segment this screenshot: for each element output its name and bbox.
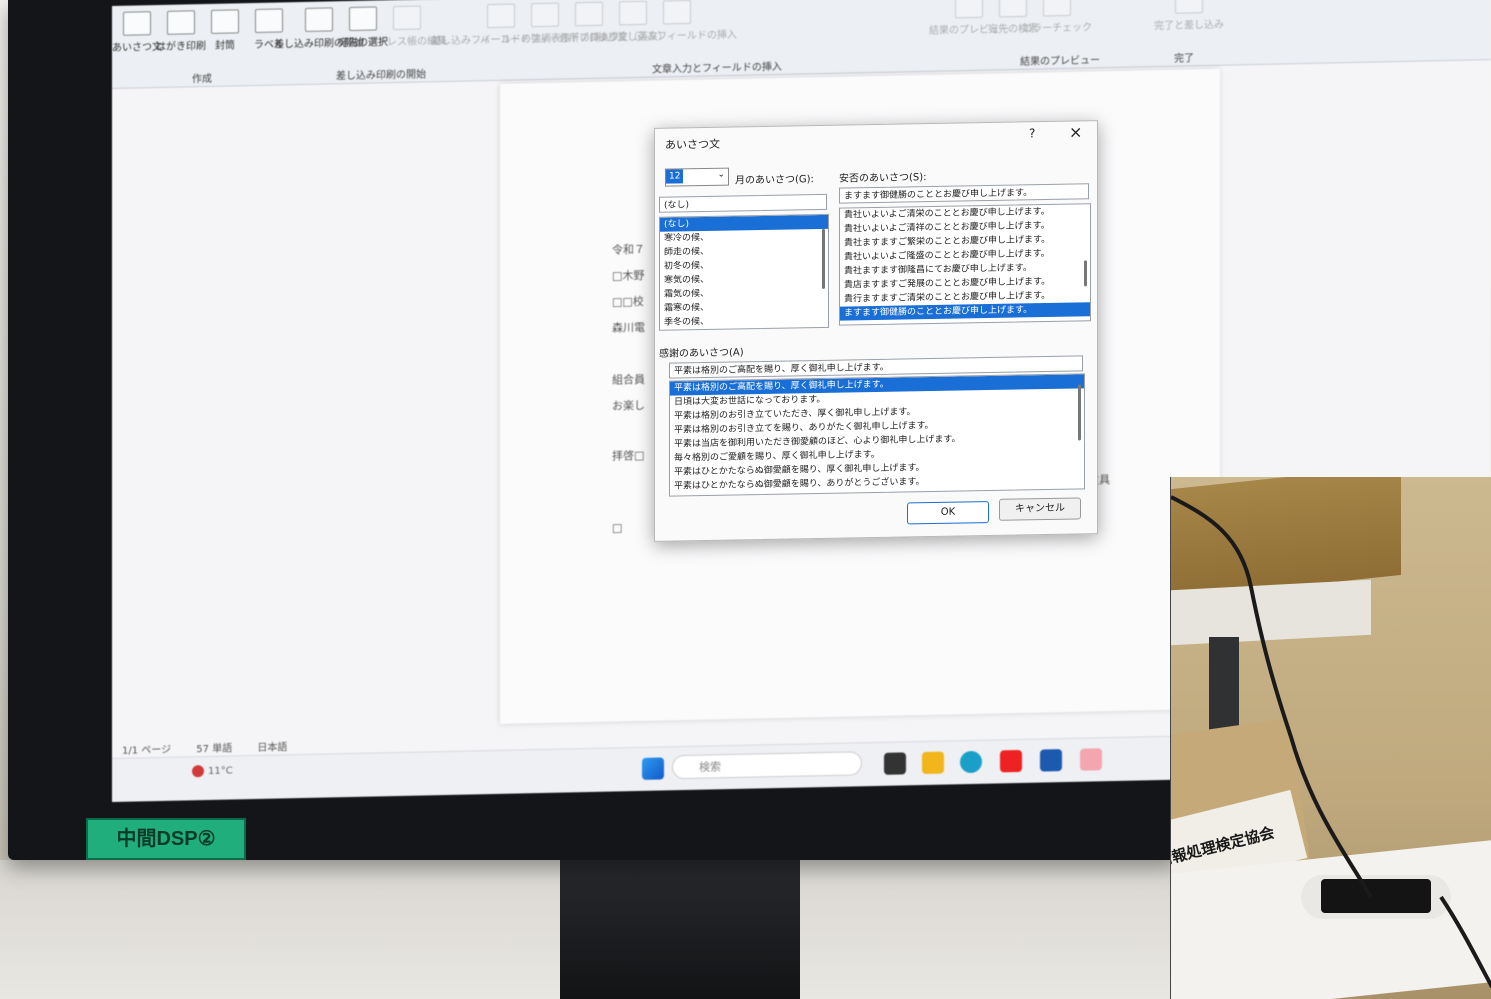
postcard-button[interactable]: はがき印刷	[156, 10, 206, 53]
list-item[interactable]: ますます御健勝のこととお慶び申し上げます。	[840, 302, 1090, 321]
preview-results-button[interactable]: 結果のプレビュー	[929, 0, 1009, 37]
month-select[interactable]: 12 ⌄	[665, 167, 729, 187]
postcard-icon	[167, 10, 195, 35]
help-button[interactable]: ?	[1029, 126, 1035, 140]
address-block-icon	[575, 1, 603, 27]
doc-line: 令和７	[612, 242, 645, 257]
edit-address-book-button[interactable]: アドレス帳の編集	[367, 5, 447, 49]
language-status: 日本語	[257, 742, 288, 754]
ribbon-group-start-merge: 差し込み印刷の開始 宛先の選択 アドレス帳の編集	[274, 5, 447, 51]
greeting-line-icon	[619, 0, 647, 26]
start-merge-icon	[305, 7, 333, 32]
inset-photo: 情報処理検定協会	[1170, 477, 1491, 999]
finish-merge-button[interactable]: 完了と差し込み	[1154, 0, 1224, 32]
thanks-greeting-list[interactable]: 平素は格別のご高配を賜り、厚く御礼申し上げます。 日頃は大変お世話になっておりま…	[669, 373, 1085, 497]
word-count: 57 単語	[196, 743, 233, 756]
app-icon[interactable]	[1080, 748, 1102, 771]
monitor-stand	[560, 846, 800, 999]
safety-greeting-label: 安否のあいさつ(S):	[839, 172, 927, 185]
photo-scene: あいさつ文 はがき印刷 封筒 ラベル 作成 差し込み印刷の開始 宛先の選択 アド…	[0, 0, 1491, 999]
doc-line: □木野	[612, 268, 645, 283]
mailings-ribbon: あいさつ文 はがき印刷 封筒 ラベル 作成 差し込み印刷の開始 宛先の選択 アド…	[112, 0, 1491, 89]
preview-icon	[955, 0, 983, 19]
edge-icon[interactable]	[960, 750, 982, 774]
month-greeting-field[interactable]: (なし)	[659, 193, 827, 213]
barcode-icon	[531, 2, 559, 28]
monitor-label-sticker: 中間DSP②	[86, 818, 246, 860]
scrollbar-thumb[interactable]	[1078, 384, 1081, 441]
doc-line: 森川電	[612, 320, 645, 335]
chevron-down-icon: ⌄	[717, 169, 725, 180]
envelope-button[interactable]: 封筒	[208, 9, 242, 52]
envelope-icon	[211, 9, 239, 34]
doc-line: 拝啓□	[612, 448, 645, 463]
scrollbar-thumb[interactable]	[822, 228, 825, 289]
ribbon-group-finish: 完了と差し込み	[1154, 0, 1224, 32]
doc-line: □□校	[612, 294, 644, 309]
weather-alert-icon	[192, 765, 204, 778]
ribbon-group-create: あいさつ文 はがき印刷 封筒 ラベル	[112, 8, 286, 54]
label-icon	[255, 8, 283, 34]
find-icon	[999, 0, 1027, 18]
start-icon[interactable]	[642, 757, 664, 780]
month-greeting-list[interactable]: (なし) 寒冷の候、 師走の候、 初冬の候、 寒気の候、 霜気の候、 霜寒の候、…	[659, 213, 829, 331]
task-view-icon[interactable]	[884, 752, 906, 775]
finish-icon	[1175, 0, 1203, 14]
ribbon-group-title: 作成	[192, 73, 212, 86]
doc-line: お楽し	[612, 398, 645, 413]
merge-field-icon	[663, 0, 691, 25]
greeting-button[interactable]: あいさつ文	[112, 11, 162, 54]
list-item[interactable]: 季冬の候、	[660, 313, 828, 330]
thanks-greeting-label: 感謝のあいさつ(A)	[659, 347, 744, 360]
ribbon-group-preview: 結果のプレビュー 宛先の検索 エラーチェック	[929, 0, 1092, 37]
ribbon-group-title: 文章入力とフィールドの挿入	[652, 61, 782, 76]
cancel-button[interactable]: キャンセル	[999, 497, 1081, 521]
recipients-icon	[349, 6, 377, 32]
check-errors-button[interactable]: エラーチェック	[1022, 0, 1092, 35]
greeting-icon	[123, 11, 151, 36]
safety-greeting-field[interactable]: ますます御健勝のこととお慶び申し上げます。	[839, 183, 1089, 204]
barcode-field-button[interactable]: バーコードフィールドの挿入	[480, 2, 610, 46]
dialog-title: あいさつ文	[665, 137, 720, 152]
month-value: 12	[666, 169, 684, 184]
ok-button[interactable]: OK	[907, 501, 989, 525]
ribbon-group-title: 完了	[1174, 53, 1194, 65]
month-greeting-label: 月のあいさつ(G):	[735, 174, 814, 187]
taskbar-search[interactable]: 検索	[672, 751, 862, 780]
address-book-icon	[393, 5, 421, 31]
weather-widget[interactable]: 11°C	[192, 764, 233, 778]
scrollbar-thumb[interactable]	[1084, 260, 1087, 287]
inset-cable	[1171, 495, 1491, 988]
insert-merge-field-button[interactable]: 差し込みフィールドの挿入	[617, 0, 737, 43]
ribbon-group-title: 差し込み印刷の開始	[336, 69, 426, 83]
file-explorer-icon[interactable]	[922, 751, 944, 775]
ribbon-group-title: 結果のプレビュー	[1020, 55, 1100, 68]
doc-line: □	[612, 521, 623, 535]
page-count: 1/1 ページ	[122, 744, 172, 757]
doc-line: 組合員	[612, 372, 645, 387]
youtube-icon[interactable]	[1000, 749, 1022, 773]
greeting-dialog: あいさつ文 ? × 12 ⌄ 月のあいさつ(G): (なし) (なし) 寒冷の候…	[654, 120, 1098, 542]
word-icon[interactable]	[1040, 749, 1062, 772]
safety-greeting-list[interactable]: 貴社いよいよご清栄のこととお慶び申し上げます。 貴社いよいよご清祥のこととお慶び…	[839, 203, 1091, 326]
close-button[interactable]: ×	[1069, 122, 1082, 141]
highlight-icon	[487, 3, 515, 29]
ribbon-group-fields: 差し込みフィールドの強調表示 バーコードフィールドの挿入 住所ブロック 挨拶文（…	[431, 0, 737, 47]
check-errors-icon	[1043, 0, 1071, 17]
start-merge-button[interactable]: 差し込み印刷の開始	[274, 7, 364, 51]
